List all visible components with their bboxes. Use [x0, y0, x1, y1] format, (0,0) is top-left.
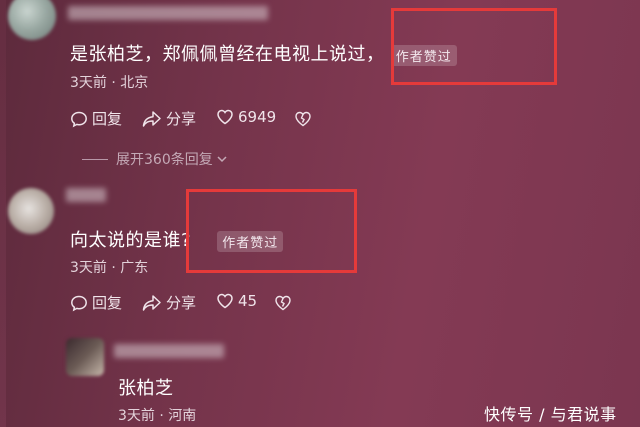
- highlight-box: [391, 8, 557, 85]
- comment-meta: 3天前 · 北京: [70, 75, 149, 91]
- chevron-down-icon: [217, 156, 227, 163]
- avatar[interactable]: [8, 0, 56, 40]
- dislike-button[interactable]: [274, 294, 296, 312]
- username-blurred[interactable]: [66, 188, 106, 202]
- reply-icon: [71, 111, 87, 127]
- expand-replies-button[interactable]: 展开360条回复: [82, 149, 229, 169]
- reply-button[interactable]: 回复: [70, 292, 122, 313]
- username-blurred[interactable]: [68, 6, 268, 20]
- share-icon: [142, 294, 161, 311]
- broken-heart-icon: [295, 111, 311, 127]
- like-button[interactable]: 6949: [216, 108, 276, 126]
- share-button[interactable]: 分享: [142, 108, 196, 129]
- like-count: 45: [238, 292, 258, 310]
- reply-icon: [71, 295, 87, 311]
- watermark: 快传号 / 与君说事: [484, 405, 617, 424]
- avatar[interactable]: [8, 188, 54, 234]
- share-label: 分享: [166, 110, 197, 128]
- share-label: 分享: [166, 294, 197, 312]
- reply-meta: 3天前 · 河南: [118, 408, 197, 424]
- avatar[interactable]: [66, 338, 104, 376]
- broken-heart-icon: [275, 295, 291, 311]
- like-button[interactable]: 45: [216, 292, 257, 310]
- divider: [82, 158, 108, 160]
- heart-icon: [217, 293, 233, 309]
- share-button[interactable]: 分享: [142, 292, 196, 313]
- left-edge: [0, 0, 6, 427]
- highlight-box: [186, 189, 357, 273]
- username-blurred[interactable]: [114, 344, 224, 358]
- reply-button[interactable]: 回复: [70, 108, 122, 129]
- heart-icon: [217, 109, 233, 125]
- reply-label: 回复: [92, 110, 123, 128]
- expand-replies-label: 展开360条回复: [116, 152, 213, 168]
- reply-text: 张柏芝: [118, 378, 174, 399]
- dislike-button[interactable]: [294, 110, 316, 128]
- like-count: 6949: [238, 108, 277, 126]
- reply-label: 回复: [92, 294, 123, 312]
- comment-meta: 3天前 · 广东: [70, 260, 149, 276]
- share-icon: [142, 110, 161, 127]
